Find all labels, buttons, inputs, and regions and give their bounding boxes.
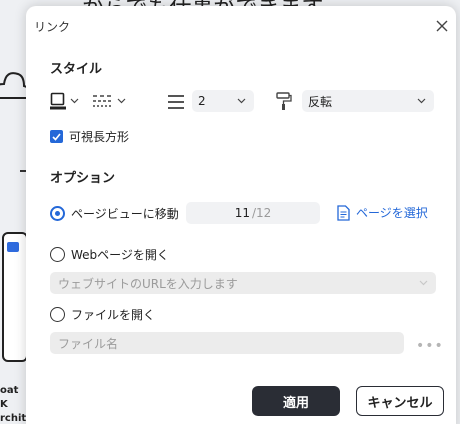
- checkbox-checked-icon: [50, 130, 63, 143]
- file-name-placeholder: ファイル名: [58, 336, 119, 351]
- current-page-value: 11: [234, 206, 250, 220]
- line-width-icon: [168, 95, 184, 109]
- select-page-link[interactable]: ページを選択: [337, 204, 428, 221]
- chevron-down-icon: [419, 280, 428, 286]
- total-pages-value: /12: [251, 206, 272, 220]
- line-width-select[interactable]: 2: [192, 90, 254, 112]
- cancel-button[interactable]: キャンセル: [356, 386, 444, 416]
- dashed-line-icon: [93, 95, 111, 107]
- chevron-down-icon: [417, 98, 426, 104]
- open-file-label: ファイルを開く: [71, 308, 156, 322]
- chevron-down-icon: [70, 98, 79, 104]
- visible-rectangle-label: 可視長方形: [69, 130, 130, 144]
- chevron-down-icon: [237, 98, 246, 104]
- open-web-page-label: Webページを開く: [71, 248, 169, 262]
- select-page-label: ページを選択: [356, 206, 428, 220]
- border-color-button[interactable]: [50, 92, 79, 110]
- background-phone-illustration: [2, 232, 28, 362]
- radio-unselected-icon: [50, 307, 65, 322]
- chevron-down-icon: [117, 98, 126, 104]
- background-caption: oat K rchitec: [0, 385, 28, 424]
- apply-button[interactable]: 適用: [252, 386, 340, 416]
- highlight-select[interactable]: 反転: [302, 90, 434, 112]
- dialog-title: リンク: [34, 20, 71, 34]
- file-name-input[interactable]: ファイル名: [50, 332, 404, 354]
- line-style-button[interactable]: [93, 94, 126, 108]
- radio-open-web-page[interactable]: Webページを開く: [50, 246, 169, 263]
- page-number-input[interactable]: 11 /12: [186, 202, 320, 224]
- border-color-icon: [50, 92, 66, 110]
- radio-unselected-icon: [50, 247, 65, 262]
- go-to-page-label: ページビューに移動: [71, 207, 179, 221]
- document-icon: [337, 204, 350, 221]
- browse-more-button[interactable]: •••: [416, 338, 444, 354]
- options-section-heading: オプション: [50, 171, 116, 186]
- url-placeholder: ウェブサイトのURLを入力します: [58, 276, 238, 291]
- highlight-value: 反転: [308, 94, 333, 109]
- style-section-heading: スタイル: [50, 62, 103, 77]
- link-dialog: リンク スタイル 2 反転 可視長方形 オプション ページビューに移動 11 /…: [26, 6, 456, 424]
- paint-roller-icon: [276, 92, 292, 110]
- radio-open-file[interactable]: ファイルを開く: [50, 306, 155, 323]
- visible-rectangle-checkbox[interactable]: 可視長方形: [50, 128, 129, 145]
- radio-selected-icon: [50, 206, 65, 221]
- line-width-value: 2: [198, 94, 206, 108]
- close-icon[interactable]: [436, 20, 448, 32]
- url-input[interactable]: ウェブサイトのURLを入力します: [50, 272, 436, 294]
- radio-go-to-page[interactable]: ページビューに移動: [50, 205, 179, 222]
